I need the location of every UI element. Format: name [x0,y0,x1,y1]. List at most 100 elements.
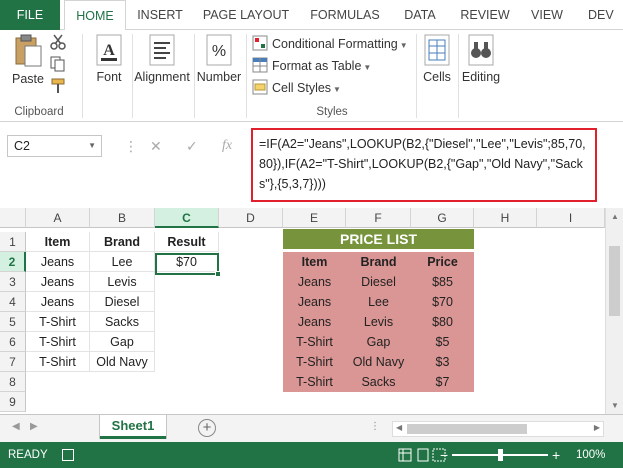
result-cell-c2[interactable]: $70 [155,252,219,272]
scroll-left-icon[interactable]: ◀ [396,423,402,432]
sheet-tab-sheet1[interactable]: Sheet1 [100,415,166,439]
cancel-icon[interactable]: ✕ [150,135,162,157]
formula-input[interactable]: =IF(A2="Jeans",LOOKUP(B2,{"Diesel","Lee"… [251,128,597,202]
price-cell[interactable]: Lee [346,292,411,312]
price-cell[interactable]: Jeans [283,312,346,332]
row-header-8[interactable]: 8 [0,372,26,392]
number-button[interactable]: % Number [196,34,242,84]
enter-icon[interactable]: ✓ [186,135,198,157]
price-cell[interactable]: Gap [346,332,411,352]
select-all-corner[interactable] [0,208,26,228]
table-cell[interactable]: Gap [90,332,155,352]
add-sheet-icon[interactable]: + [198,419,216,437]
tab-developer[interactable]: DEV [582,0,623,30]
column-header-e[interactable]: E [283,208,346,228]
table-header-item[interactable]: Item [26,232,90,252]
column-header-c[interactable]: C [155,208,219,228]
tab-review[interactable]: REVIEW [454,0,516,30]
column-header-b[interactable]: B [90,208,155,228]
row-header-7[interactable]: 7 [0,352,26,372]
price-cell[interactable]: $7 [411,372,474,392]
tab-file[interactable]: FILE [0,0,60,30]
page-layout-view-icon[interactable] [416,448,430,462]
table-cell[interactable]: Old Navy [90,352,155,372]
column-header-f[interactable]: F [346,208,411,228]
editing-button[interactable]: Editing [460,34,502,84]
table-header-result[interactable]: Result [155,232,219,252]
name-box[interactable]: C2 ▼ [7,135,102,157]
row-header-4[interactable]: 4 [0,292,26,312]
table-cell[interactable]: Sacks [90,312,155,332]
zoom-slider[interactable] [452,449,548,461]
zoom-slider-knob[interactable] [498,449,503,461]
horizontal-scrollbar[interactable]: ◀ ▶ [392,421,604,437]
row-header-2[interactable]: 2 [0,252,26,272]
column-header-i[interactable]: I [537,208,605,228]
price-cell[interactable]: Diesel [346,272,411,292]
insert-function-icon[interactable]: fx [222,135,232,157]
cell-styles-button[interactable]: Cell Styles ▼ [252,78,341,98]
table-cell[interactable]: T-Shirt [26,312,90,332]
horizontal-scroll-thumb[interactable] [407,424,527,434]
column-header-a[interactable]: A [26,208,90,228]
table-cell[interactable]: Jeans [26,252,90,272]
vertical-scroll-thumb[interactable] [609,246,620,316]
table-cell[interactable]: Lee [90,252,155,272]
scroll-down-icon[interactable]: ▼ [611,401,619,410]
price-cell[interactable]: $70 [411,292,474,312]
row-header-9[interactable]: 9 [0,392,26,412]
column-header-d[interactable]: D [219,208,283,228]
zoom-level[interactable]: 100% [576,442,605,468]
scroll-up-icon[interactable]: ▲ [611,212,619,221]
price-cell[interactable]: Old Navy [346,352,411,372]
tab-view[interactable]: VIEW [524,0,570,30]
table-cell[interactable]: Diesel [90,292,155,312]
format-as-table-button[interactable]: Format as Table ▼ [252,56,371,76]
price-cell[interactable]: T-Shirt [283,352,346,372]
format-painter-icon[interactable] [50,78,66,94]
scroll-right-icon[interactable]: ▶ [594,423,600,432]
next-sheet-icon[interactable]: ▶ [30,421,38,432]
conditional-formatting-button[interactable]: Conditional Formatting ▼ [252,34,408,54]
prev-sheet-icon[interactable]: ◀ [12,421,20,432]
price-cell[interactable]: Levis [346,312,411,332]
cells-button[interactable]: Cells [418,34,456,84]
price-cell[interactable]: $5 [411,332,474,352]
column-header-g[interactable]: G [411,208,474,228]
cut-icon[interactable] [50,34,66,50]
price-cell[interactable]: Sacks [346,372,411,392]
row-header-6[interactable]: 6 [0,332,26,352]
price-header-item[interactable]: Item [283,252,346,272]
price-cell[interactable]: $85 [411,272,474,292]
price-cell[interactable]: Jeans [283,272,346,292]
tab-page-layout[interactable]: PAGE LAYOUT [196,0,296,30]
macro-record-icon[interactable] [62,449,74,461]
price-header-brand[interactable]: Brand [346,252,411,272]
price-header-price[interactable]: Price [411,252,474,272]
tab-data[interactable]: DATA [394,0,446,30]
paste-button[interactable]: Paste [8,34,48,86]
zoom-out-icon[interactable]: − [440,442,448,468]
vertical-scrollbar[interactable]: ▲ ▼ [605,208,623,414]
price-cell[interactable]: T-Shirt [283,372,346,392]
copy-icon[interactable] [50,56,66,72]
row-header-3[interactable]: 3 [0,272,26,292]
table-cell[interactable]: T-Shirt [26,332,90,352]
tab-insert[interactable]: INSERT [130,0,190,30]
font-button[interactable]: A Font [90,34,128,84]
table-cell[interactable]: T-Shirt [26,352,90,372]
row-header-1[interactable]: 1 [0,232,26,252]
zoom-in-icon[interactable]: + [552,442,560,468]
tab-home[interactable]: HOME [64,0,126,31]
table-cell[interactable]: Jeans [26,272,90,292]
price-cell[interactable]: $80 [411,312,474,332]
alignment-button[interactable]: Alignment [134,34,190,84]
tab-formulas[interactable]: FORMULAS [304,0,386,30]
price-cell[interactable]: $3 [411,352,474,372]
price-cell[interactable]: Jeans [283,292,346,312]
price-list-title[interactable]: PRICE LIST [283,229,474,249]
table-header-brand[interactable]: Brand [90,232,155,252]
row-header-5[interactable]: 5 [0,312,26,332]
normal-view-icon[interactable] [398,448,412,462]
price-cell[interactable]: T-Shirt [283,332,346,352]
